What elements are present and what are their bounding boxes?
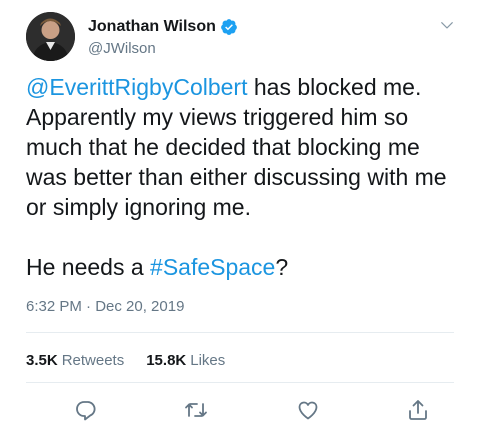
retweets-stat[interactable]: 3.5K Retweets [26,352,124,369]
tweet-card: Jonathan Wilson @JWilson @EverittRigbyCo… [0,0,480,437]
tweet-paragraph-2: He needs a #SafeSpace? [26,252,466,282]
divider [26,382,454,383]
reply-button[interactable] [74,398,98,422]
mention-link[interactable]: @EverittRigbyColbert [26,74,247,100]
likes-stat[interactable]: 15.8K Likes [146,352,225,369]
tweet-actions [0,398,480,426]
avatar-image [26,12,75,61]
reply-icon [76,401,96,421]
chevron-down-icon[interactable] [440,18,454,32]
share-button[interactable] [406,398,430,422]
verified-badge-icon [220,19,237,35]
likes-count: 15.8K [146,352,187,369]
retweet-button[interactable] [184,398,208,422]
tweet-stats: 3.5K Retweets 15.8K Likes [26,352,225,369]
hashtag-link[interactable]: #SafeSpace [150,254,275,280]
tweet-text-line2-suffix: ? [275,254,289,280]
retweets-count: 3.5K [26,352,58,369]
tweet-paragraph-1: @EverittRigbyColbert has blocked me. App… [26,72,466,222]
retweets-label: Retweets [61,352,125,369]
tweet-timestamp[interactable]: 6:32 PM · Dec 20, 2019 [26,298,184,315]
share-icon [409,400,427,420]
author-handle[interactable]: @JWilson [88,40,156,57]
author-name-row: Jonathan Wilson [88,18,238,36]
avatar[interactable] [26,12,75,61]
retweet-icon [185,403,207,417]
tweet-text-line2-prefix: He needs a [26,254,151,280]
tweet-header: Jonathan Wilson @JWilson [26,12,462,64]
like-button[interactable] [296,398,320,422]
likes-label: Likes [190,352,226,369]
tweet-text: @EverittRigbyColbert has blocked me. App… [26,72,466,282]
divider [26,332,454,333]
author-name[interactable]: Jonathan Wilson [88,18,216,36]
heart-icon [298,401,318,420]
